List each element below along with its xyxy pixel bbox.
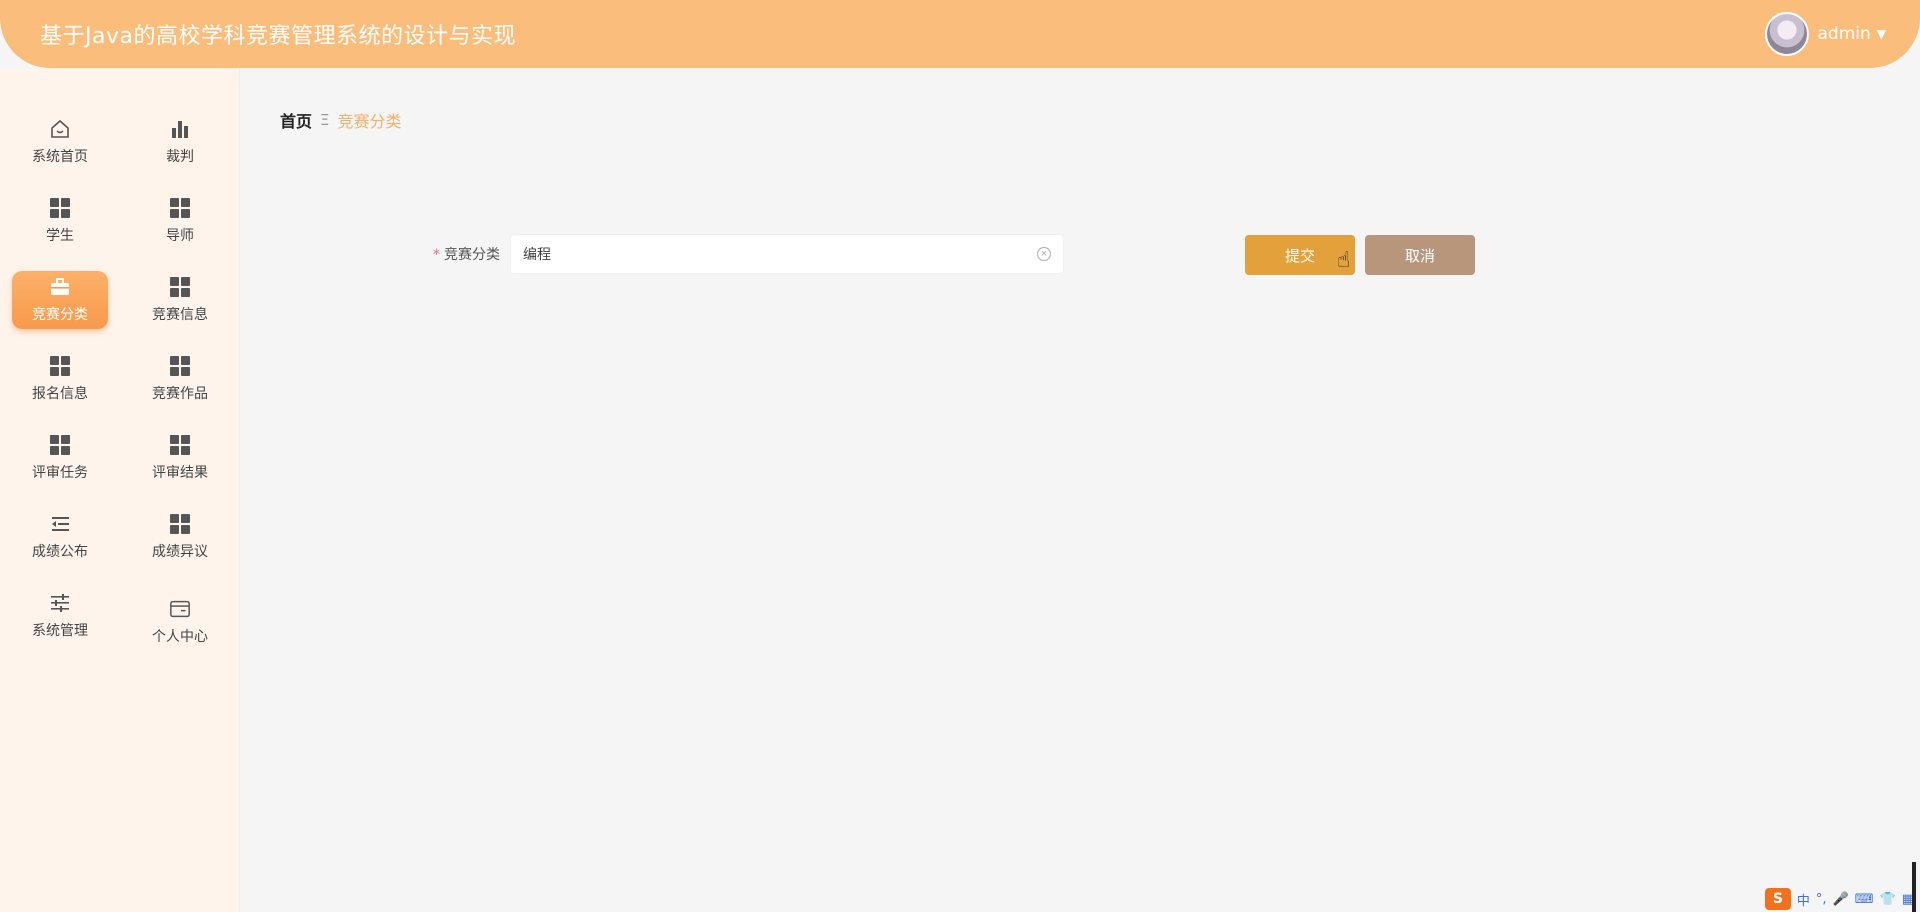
grid-icon [169,434,191,456]
sidebar-item-competition-info[interactable]: 竞赛信息 [120,260,240,339]
breadcrumb-home[interactable]: 首页 [280,108,312,132]
sidebar-item-system-management[interactable]: 系统管理 [0,576,120,655]
grid-icon [169,355,191,377]
clear-icon[interactable]: × [1037,247,1051,261]
form-row-category: * 竞赛分类 编程 × [400,234,1064,274]
avatar[interactable] [1765,12,1810,56]
scrollbar-thumb[interactable] [1912,862,1916,912]
bar-chart-icon [169,118,191,140]
breadcrumb-current: 竞赛分类 [337,112,402,131]
category-input-value[interactable]: 编程 [523,244,551,264]
sidebar-item-label: 成绩异议 [152,543,208,560]
chevron-down-icon[interactable]: ▼ [1877,27,1886,41]
sidebar-item-review-results[interactable]: 评审结果 [120,418,240,497]
sidebar-item-works[interactable]: 竞赛作品 [120,339,240,418]
keyboard-icon[interactable]: ⌨ [1855,892,1874,907]
sidebar-item-label: 导师 [166,227,194,244]
app-title: 基于Java的高校学科竞赛管理系统的设计与实现 [40,24,516,49]
punctuation-icon[interactable]: °, [1816,892,1827,907]
sidebar-item-label: 系统管理 [32,622,88,639]
sidebar-item-label: 竞赛作品 [152,385,208,402]
sidebar-item-label: 竞赛分类 [32,306,88,323]
ime-logo-icon[interactable]: S [1764,888,1791,910]
category-input[interactable]: 编程 × [510,234,1064,274]
sidebar-item-score-objection[interactable]: 成绩异议 [120,497,240,576]
sidebar-item-label: 评审结果 [152,464,208,481]
sidebar-item-label: 学生 [46,227,74,244]
sidebar-item-score-publish[interactable]: 成绩公布 [0,497,120,576]
sidebar-item-mentor[interactable]: 导师 [120,181,240,260]
sidebar-item-profile[interactable]: 个人中心 [120,576,240,655]
sidebar-item-label: 裁判 [166,148,194,165]
sidebar-item-student[interactable]: 学生 [0,181,120,260]
microphone-icon[interactable]: 🎤 [1833,892,1849,907]
breadcrumb-separator: Ξ [320,111,330,129]
sidebar-item-review-tasks[interactable]: 评审任务 [0,418,120,497]
cancel-button[interactable]: 取消 [1365,235,1475,275]
username[interactable]: admin [1817,24,1870,44]
grid-icon [49,434,71,456]
ime-mode[interactable]: 中 [1797,890,1810,909]
home-icon [49,118,71,140]
grid-icon [169,197,191,219]
category-label: * 竞赛分类 [433,247,500,263]
sidebar-item-label: 报名信息 [32,385,88,402]
wallet-icon [169,598,191,620]
sidebar-item-home[interactable]: 系统首页 [0,102,120,181]
grid-icon [169,513,191,535]
sidebar-item-label: 个人中心 [152,628,208,645]
grid-icon [49,355,71,377]
user-menu[interactable]: admin ▼ [1765,12,1886,56]
ime-tray: S 中 °, 🎤 ⌨ 👕 ▦ [1759,886,1920,912]
list-indent-icon [49,513,71,535]
sidebar: 系统首页 裁判 学生 导师 竞赛分类 竞赛信息 报名信息 竞赛作品 评审任务 评… [0,68,240,912]
sidebar-item-competition-category[interactable]: 竞赛分类 [0,260,120,339]
skin-icon[interactable]: 👕 [1880,892,1896,907]
breadcrumb: 首页 Ξ 竞赛分类 [280,108,402,132]
briefcase-icon [49,276,71,298]
sidebar-item-referee[interactable]: 裁判 [120,102,240,181]
sidebar-item-registration[interactable]: 报名信息 [0,339,120,418]
sidebar-item-label: 成绩公布 [32,543,88,560]
top-header: 基于Java的高校学科竞赛管理系统的设计与实现 admin ▼ [0,0,1920,68]
hand-cursor-icon: ☝ [1337,248,1351,273]
sliders-icon [49,592,71,614]
required-mark: * [433,247,440,263]
grid-icon [169,276,191,298]
sidebar-item-label: 系统首页 [32,148,88,165]
grid-icon [49,197,71,219]
sidebar-item-label: 评审任务 [32,464,88,481]
sidebar-item-label: 竞赛信息 [152,306,208,323]
